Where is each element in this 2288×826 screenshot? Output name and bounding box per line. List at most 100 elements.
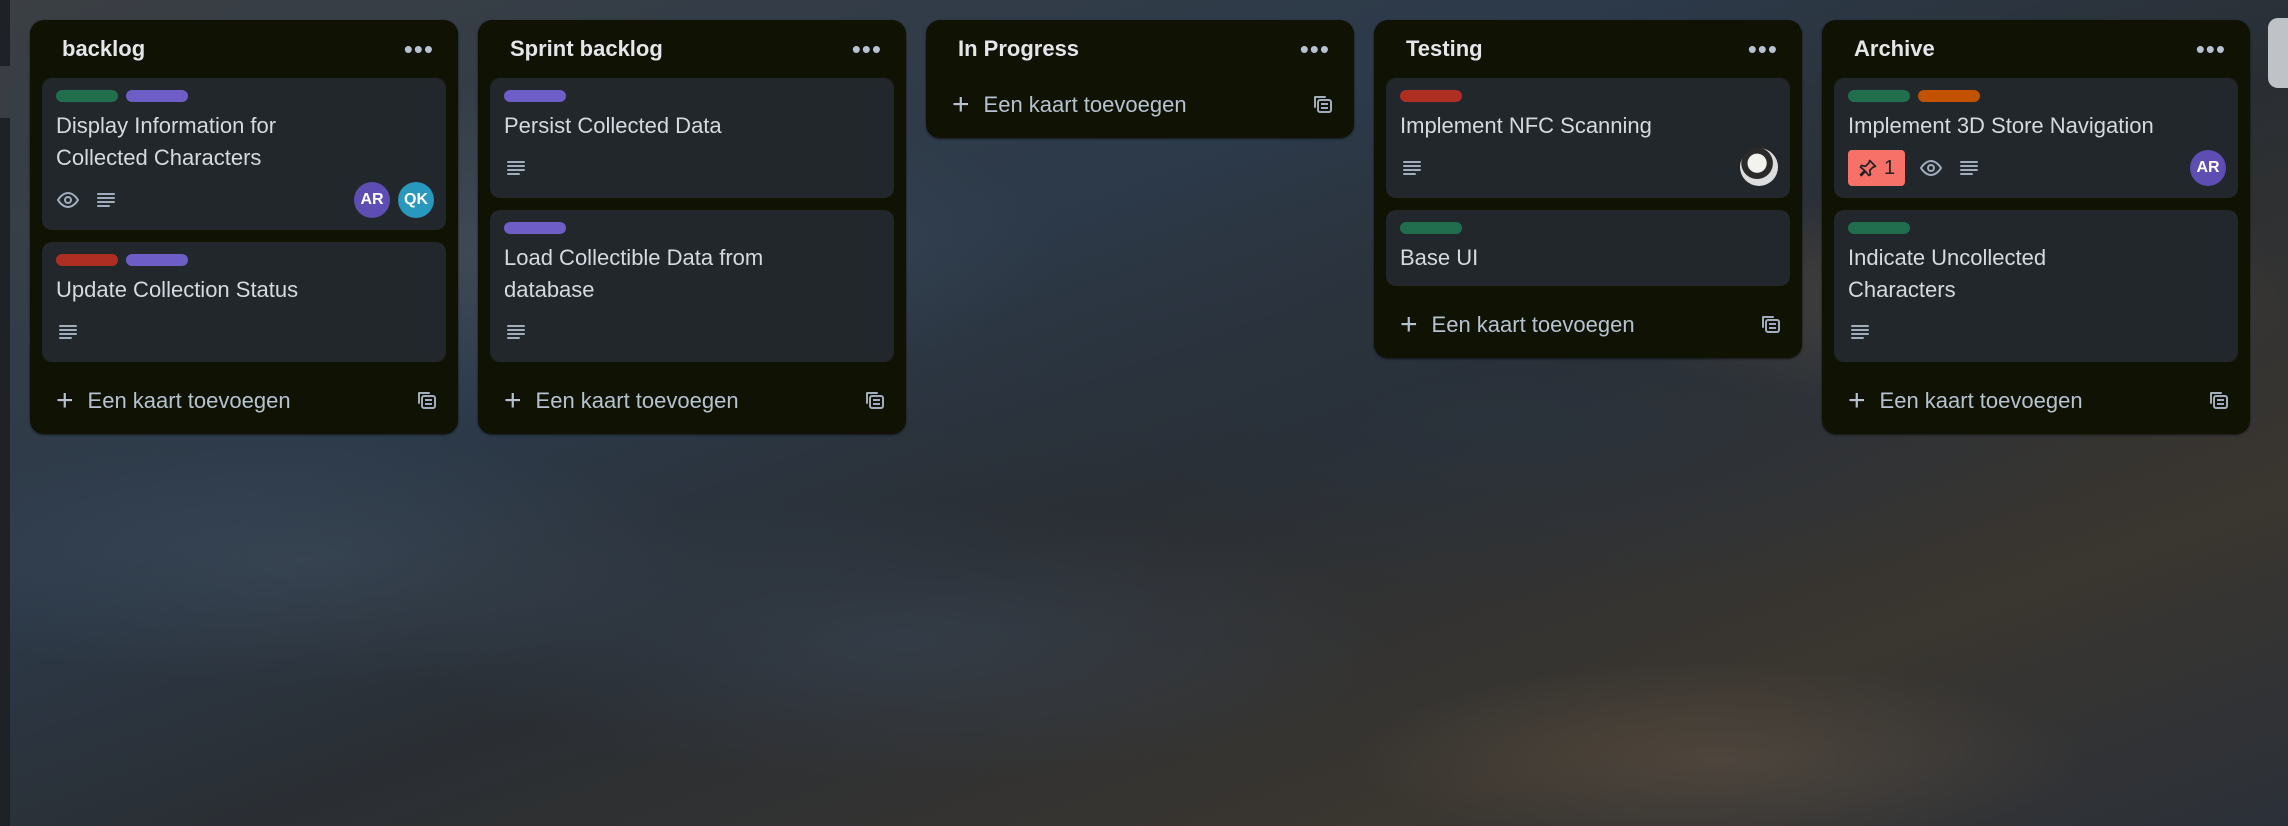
card-title: Load Collectible Data from database bbox=[504, 245, 764, 302]
card-title: Update Collection Status bbox=[56, 277, 299, 302]
card-labels bbox=[1848, 90, 2224, 102]
description-icon bbox=[1848, 320, 1872, 344]
card-members: AR bbox=[2190, 150, 2226, 186]
card-label[interactable] bbox=[126, 90, 188, 102]
card-labels bbox=[504, 222, 880, 234]
add-card-row: + Een kaart toevoegen bbox=[478, 374, 906, 428]
avatar-photo[interactable] bbox=[1740, 148, 1778, 186]
card-template-icon[interactable] bbox=[1312, 93, 1336, 117]
card-title: Persist Collected Data bbox=[504, 113, 722, 138]
add-card-button[interactable]: + Een kaart toevoegen bbox=[1848, 386, 2083, 416]
card[interactable]: Load Collectible Data from database bbox=[490, 210, 894, 362]
card-labels bbox=[1848, 222, 2224, 234]
card-badges bbox=[504, 314, 880, 350]
card-title: Indicate Uncollected Characters bbox=[1848, 245, 2047, 302]
card-badges bbox=[1848, 314, 2224, 350]
avatar[interactable]: AR bbox=[354, 182, 390, 218]
list-title[interactable]: Archive bbox=[1854, 36, 1935, 62]
avatar[interactable]: QK bbox=[398, 182, 434, 218]
add-card-label: Een kaart toevoegen bbox=[1879, 388, 2083, 413]
card-label[interactable] bbox=[126, 254, 188, 266]
card-badges bbox=[504, 150, 880, 186]
card-badges: 1 bbox=[1848, 150, 2224, 186]
list-header[interactable]: Sprint backlog ••• bbox=[478, 20, 906, 78]
avatar[interactable]: AR bbox=[2190, 150, 2226, 186]
pin-count: 1 bbox=[1884, 156, 1896, 179]
card-title: Display Information for Collected Charac… bbox=[56, 113, 277, 170]
sidebar-handle[interactable] bbox=[0, 66, 10, 118]
add-card-button[interactable]: + Een kaart toevoegen bbox=[504, 386, 739, 416]
card-labels bbox=[56, 90, 432, 102]
card[interactable]: Base UI bbox=[1386, 210, 1790, 286]
card-title: Implement 3D Store Navigation bbox=[1848, 113, 2154, 138]
description-icon bbox=[504, 156, 528, 180]
list-menu-icon[interactable]: ••• bbox=[1740, 35, 1786, 63]
eye-icon bbox=[1919, 156, 1943, 180]
plus-icon: + bbox=[1400, 308, 1418, 341]
list-header[interactable]: In Progress ••• bbox=[926, 20, 1354, 78]
description-icon bbox=[1957, 156, 1981, 180]
list-backlog: backlog ••• Display Information for Collec… bbox=[30, 20, 458, 434]
card[interactable]: Implement 3D Store Navigation 1 AR bbox=[1834, 78, 2238, 198]
list-title[interactable]: In Progress bbox=[958, 36, 1079, 62]
list-title[interactable]: Testing bbox=[1406, 36, 1483, 62]
list-header[interactable]: backlog ••• bbox=[30, 20, 458, 78]
card[interactable]: Indicate Uncollected Characters bbox=[1834, 210, 2238, 362]
list-title[interactable]: Sprint backlog bbox=[510, 36, 663, 62]
card-template-icon[interactable] bbox=[864, 389, 888, 413]
board: backlog ••• Display Information for Collec… bbox=[0, 0, 2288, 826]
description-icon bbox=[1400, 156, 1424, 180]
pin-icon bbox=[1858, 158, 1878, 178]
card[interactable]: Persist Collected Data bbox=[490, 78, 894, 198]
description-icon bbox=[56, 320, 80, 344]
add-card-label: Een kaart toevoegen bbox=[535, 388, 739, 413]
list-sprint-backlog: Sprint backlog ••• Persist Collected Data L… bbox=[478, 20, 906, 434]
card-label[interactable] bbox=[56, 254, 118, 266]
plus-icon: + bbox=[504, 384, 522, 417]
card[interactable]: Display Information for Collected Charac… bbox=[42, 78, 446, 230]
card-label[interactable] bbox=[1848, 90, 1910, 102]
list-menu-icon[interactable]: ••• bbox=[844, 35, 890, 63]
card[interactable]: Implement NFC Scanning bbox=[1386, 78, 1790, 198]
card-template-icon[interactable] bbox=[1760, 313, 1784, 337]
next-board-edge[interactable] bbox=[2268, 18, 2288, 88]
card-members: AR QK bbox=[354, 182, 434, 218]
card-badges bbox=[56, 314, 432, 350]
card-labels bbox=[1400, 222, 1776, 234]
list-menu-icon[interactable]: ••• bbox=[2188, 35, 2234, 63]
sidebar-edge bbox=[0, 0, 10, 826]
card-label[interactable] bbox=[56, 90, 118, 102]
card[interactable]: Update Collection Status bbox=[42, 242, 446, 362]
pin-badge[interactable]: 1 bbox=[1848, 150, 1906, 186]
description-icon bbox=[504, 320, 528, 344]
card-labels bbox=[504, 90, 880, 102]
card-labels bbox=[1400, 90, 1776, 102]
card-label[interactable] bbox=[504, 222, 566, 234]
list-archive: Archive ••• Implement 3D Store Navigation 1… bbox=[1822, 20, 2250, 434]
add-card-button[interactable]: + Een kaart toevoegen bbox=[952, 90, 1187, 120]
card-members bbox=[1740, 148, 1778, 186]
card-label[interactable] bbox=[1400, 222, 1462, 234]
card-label[interactable] bbox=[1918, 90, 1980, 102]
list-title[interactable]: backlog bbox=[62, 36, 145, 62]
card-template-icon[interactable] bbox=[416, 389, 440, 413]
list-menu-icon[interactable]: ••• bbox=[396, 35, 442, 63]
add-card-button[interactable]: + Een kaart toevoegen bbox=[1400, 310, 1635, 340]
list-menu-icon[interactable]: ••• bbox=[1292, 35, 1338, 63]
add-card-row: + Een kaart toevoegen bbox=[1374, 298, 1802, 352]
card-template-icon[interactable] bbox=[2208, 389, 2232, 413]
card-badges bbox=[1400, 150, 1776, 186]
add-card-row: + Een kaart toevoegen bbox=[926, 78, 1354, 132]
list-header[interactable]: Testing ••• bbox=[1374, 20, 1802, 78]
card-label[interactable] bbox=[1848, 222, 1910, 234]
list-in-progress: In Progress ••• + Een kaart toevoegen bbox=[926, 20, 1354, 138]
add-card-button[interactable]: + Een kaart toevoegen bbox=[56, 386, 291, 416]
list-header[interactable]: Archive ••• bbox=[1822, 20, 2250, 78]
add-card-label: Een kaart toevoegen bbox=[87, 388, 291, 413]
card-title: Base UI bbox=[1400, 245, 1479, 270]
card-label[interactable] bbox=[1400, 90, 1462, 102]
plus-icon: + bbox=[56, 384, 74, 417]
card-label[interactable] bbox=[504, 90, 566, 102]
card-title: Implement NFC Scanning bbox=[1400, 113, 1652, 138]
add-card-row: + Een kaart toevoegen bbox=[30, 374, 458, 428]
